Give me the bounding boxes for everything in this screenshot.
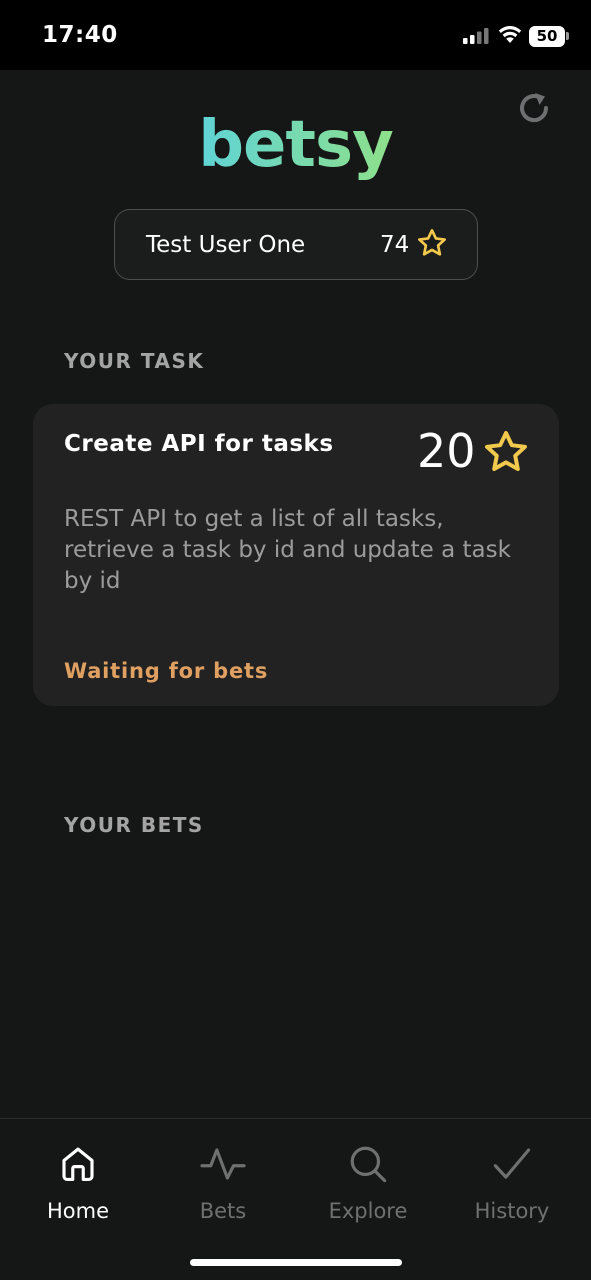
search-icon (350, 1146, 387, 1183)
task-status: Waiting for bets (64, 659, 269, 683)
battery-cap (566, 32, 569, 40)
nav-item-explore[interactable]: Explore (298, 1119, 438, 1239)
nav-label-explore: Explore (328, 1199, 408, 1223)
task-card[interactable]: Create API for tasks 20 REST API to get … (33, 404, 559, 706)
nav-label-bets: Bets (199, 1199, 247, 1223)
nav-item-home[interactable]: Home (8, 1119, 148, 1239)
status-bar: 17:40 50 (0, 0, 591, 70)
status-time: 17:40 (42, 22, 118, 48)
section-title-your-bets: YOUR BETS (64, 813, 204, 837)
user-points: 74 (380, 232, 410, 258)
wifi-icon (498, 26, 522, 43)
nav-item-bets[interactable]: Bets (153, 1119, 293, 1239)
bottom-nav: Home Bets Explore History (0, 1118, 591, 1280)
star-icon (485, 431, 527, 471)
home-icon (62, 1147, 94, 1181)
nav-label-home: Home (46, 1199, 109, 1223)
task-points: 20 (417, 424, 476, 478)
battery-icon: 50 (529, 26, 565, 47)
nav-item-history[interactable]: History (442, 1119, 582, 1239)
check-icon (493, 1148, 531, 1179)
user-card[interactable]: Test User One 74 (114, 209, 478, 280)
task-title: Create API for tasks (64, 431, 334, 457)
app-logo: betsy (0, 108, 591, 182)
activity-icon (200, 1148, 246, 1180)
signal-icon (463, 28, 489, 44)
logo-text: betsy (198, 108, 394, 182)
section-title-your-task: YOUR TASK (64, 349, 205, 373)
nav-label-history: History (474, 1199, 550, 1223)
home-indicator (190, 1259, 402, 1266)
star-icon (418, 229, 446, 256)
task-description: REST API to get a list of all tasks, ret… (64, 506, 511, 594)
user-name: Test User One (146, 232, 306, 258)
